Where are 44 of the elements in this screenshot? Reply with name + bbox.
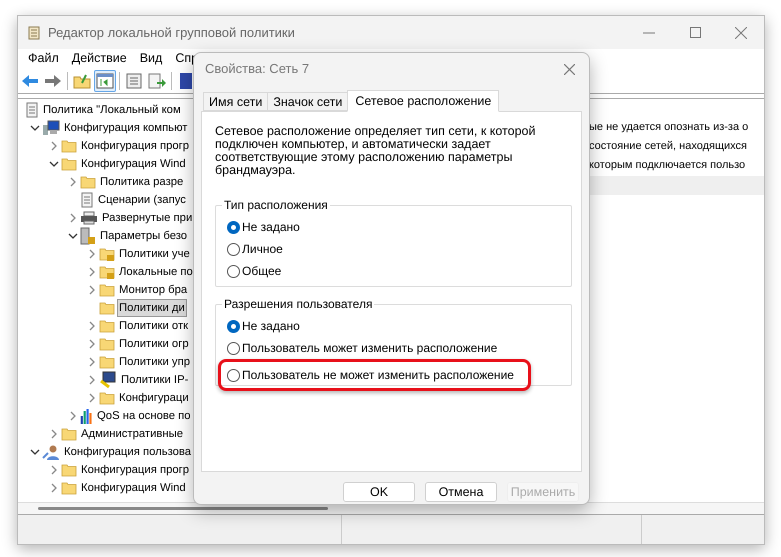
tab[interactable]: Значок сети: [267, 92, 348, 111]
tree-item[interactable]: Конфигурация Wind: [79, 155, 188, 173]
tree-item[interactable]: Административные: [79, 425, 186, 443]
tree-item[interactable]: Конфигурация прогр: [79, 137, 192, 155]
dialog-button[interactable]: Отмена: [425, 482, 497, 502]
radio-label[interactable]: Не задано: [242, 317, 300, 335]
tree-item[interactable]: Конфигурация Wind: [79, 479, 188, 497]
window-title: Редактор локальной групповой политики: [48, 24, 295, 42]
tree-item[interactable]: Политики уче: [117, 245, 192, 263]
menu-item[interactable]: Действие: [72, 49, 127, 68]
radio-label[interactable]: Личное: [242, 240, 283, 258]
tree-item[interactable]: Политика разре: [98, 173, 186, 191]
tree-item[interactable]: Сценарии (запус: [96, 191, 188, 209]
menu-item[interactable]: Файл: [28, 49, 59, 68]
dialog-title: Свойства: Сеть 7: [205, 60, 310, 78]
tree-item[interactable]: Конфигурация пользова: [62, 443, 194, 461]
menu-item[interactable]: Вид: [140, 49, 162, 68]
tree-item[interactable]: Политики отк: [117, 317, 190, 335]
tree-item[interactable]: Политика "Локальный ком: [41, 101, 183, 119]
tree-item[interactable]: Развернутые при: [100, 209, 194, 227]
tree-item[interactable]: Локальные по: [117, 263, 195, 281]
radio-label[interactable]: Пользователь может изменить расположение: [242, 339, 498, 357]
group-title: Тип расположения: [222, 198, 330, 212]
tree-item[interactable]: QoS на основе по: [95, 407, 193, 425]
radio-label[interactable]: Не задано: [242, 218, 300, 236]
group-title: Разрешения пользователя: [222, 297, 374, 311]
tab[interactable]: Сетевое расположение: [347, 90, 500, 112]
tree-item[interactable]: Политики IP-: [119, 371, 190, 389]
tree-item[interactable]: Политики ди: [117, 299, 187, 317]
radio-label[interactable]: Пользователь не может изменить расположение: [242, 366, 514, 384]
tree-item[interactable]: Политики огр: [117, 335, 191, 353]
tree-item[interactable]: Политики упр: [117, 353, 192, 371]
tab[interactable]: Имя сети: [203, 92, 268, 111]
tree-item[interactable]: Конфигурация прогр: [79, 461, 192, 479]
tree-item[interactable]: Конфигураци: [117, 389, 191, 407]
radio-label[interactable]: Общее: [242, 262, 282, 280]
tree-item[interactable]: Параметры безо: [98, 227, 190, 245]
description-line: которым подключается пользо: [589, 158, 746, 173]
tree-item[interactable]: Конфигурация компьют: [62, 119, 190, 137]
dialog-button[interactable]: OK: [343, 482, 415, 502]
tree-item[interactable]: Монитор бра: [117, 281, 190, 299]
description-line: состояние сетей, находящихся: [589, 139, 748, 154]
description-line: ые не удается опознать из-за о: [589, 120, 748, 135]
description-text: Сетевое расположение определяет тип сети, к которой подключен компьютер, и автоматически задает соответствующие этому расположению параметры брандмауэра.: [215, 125, 536, 177]
